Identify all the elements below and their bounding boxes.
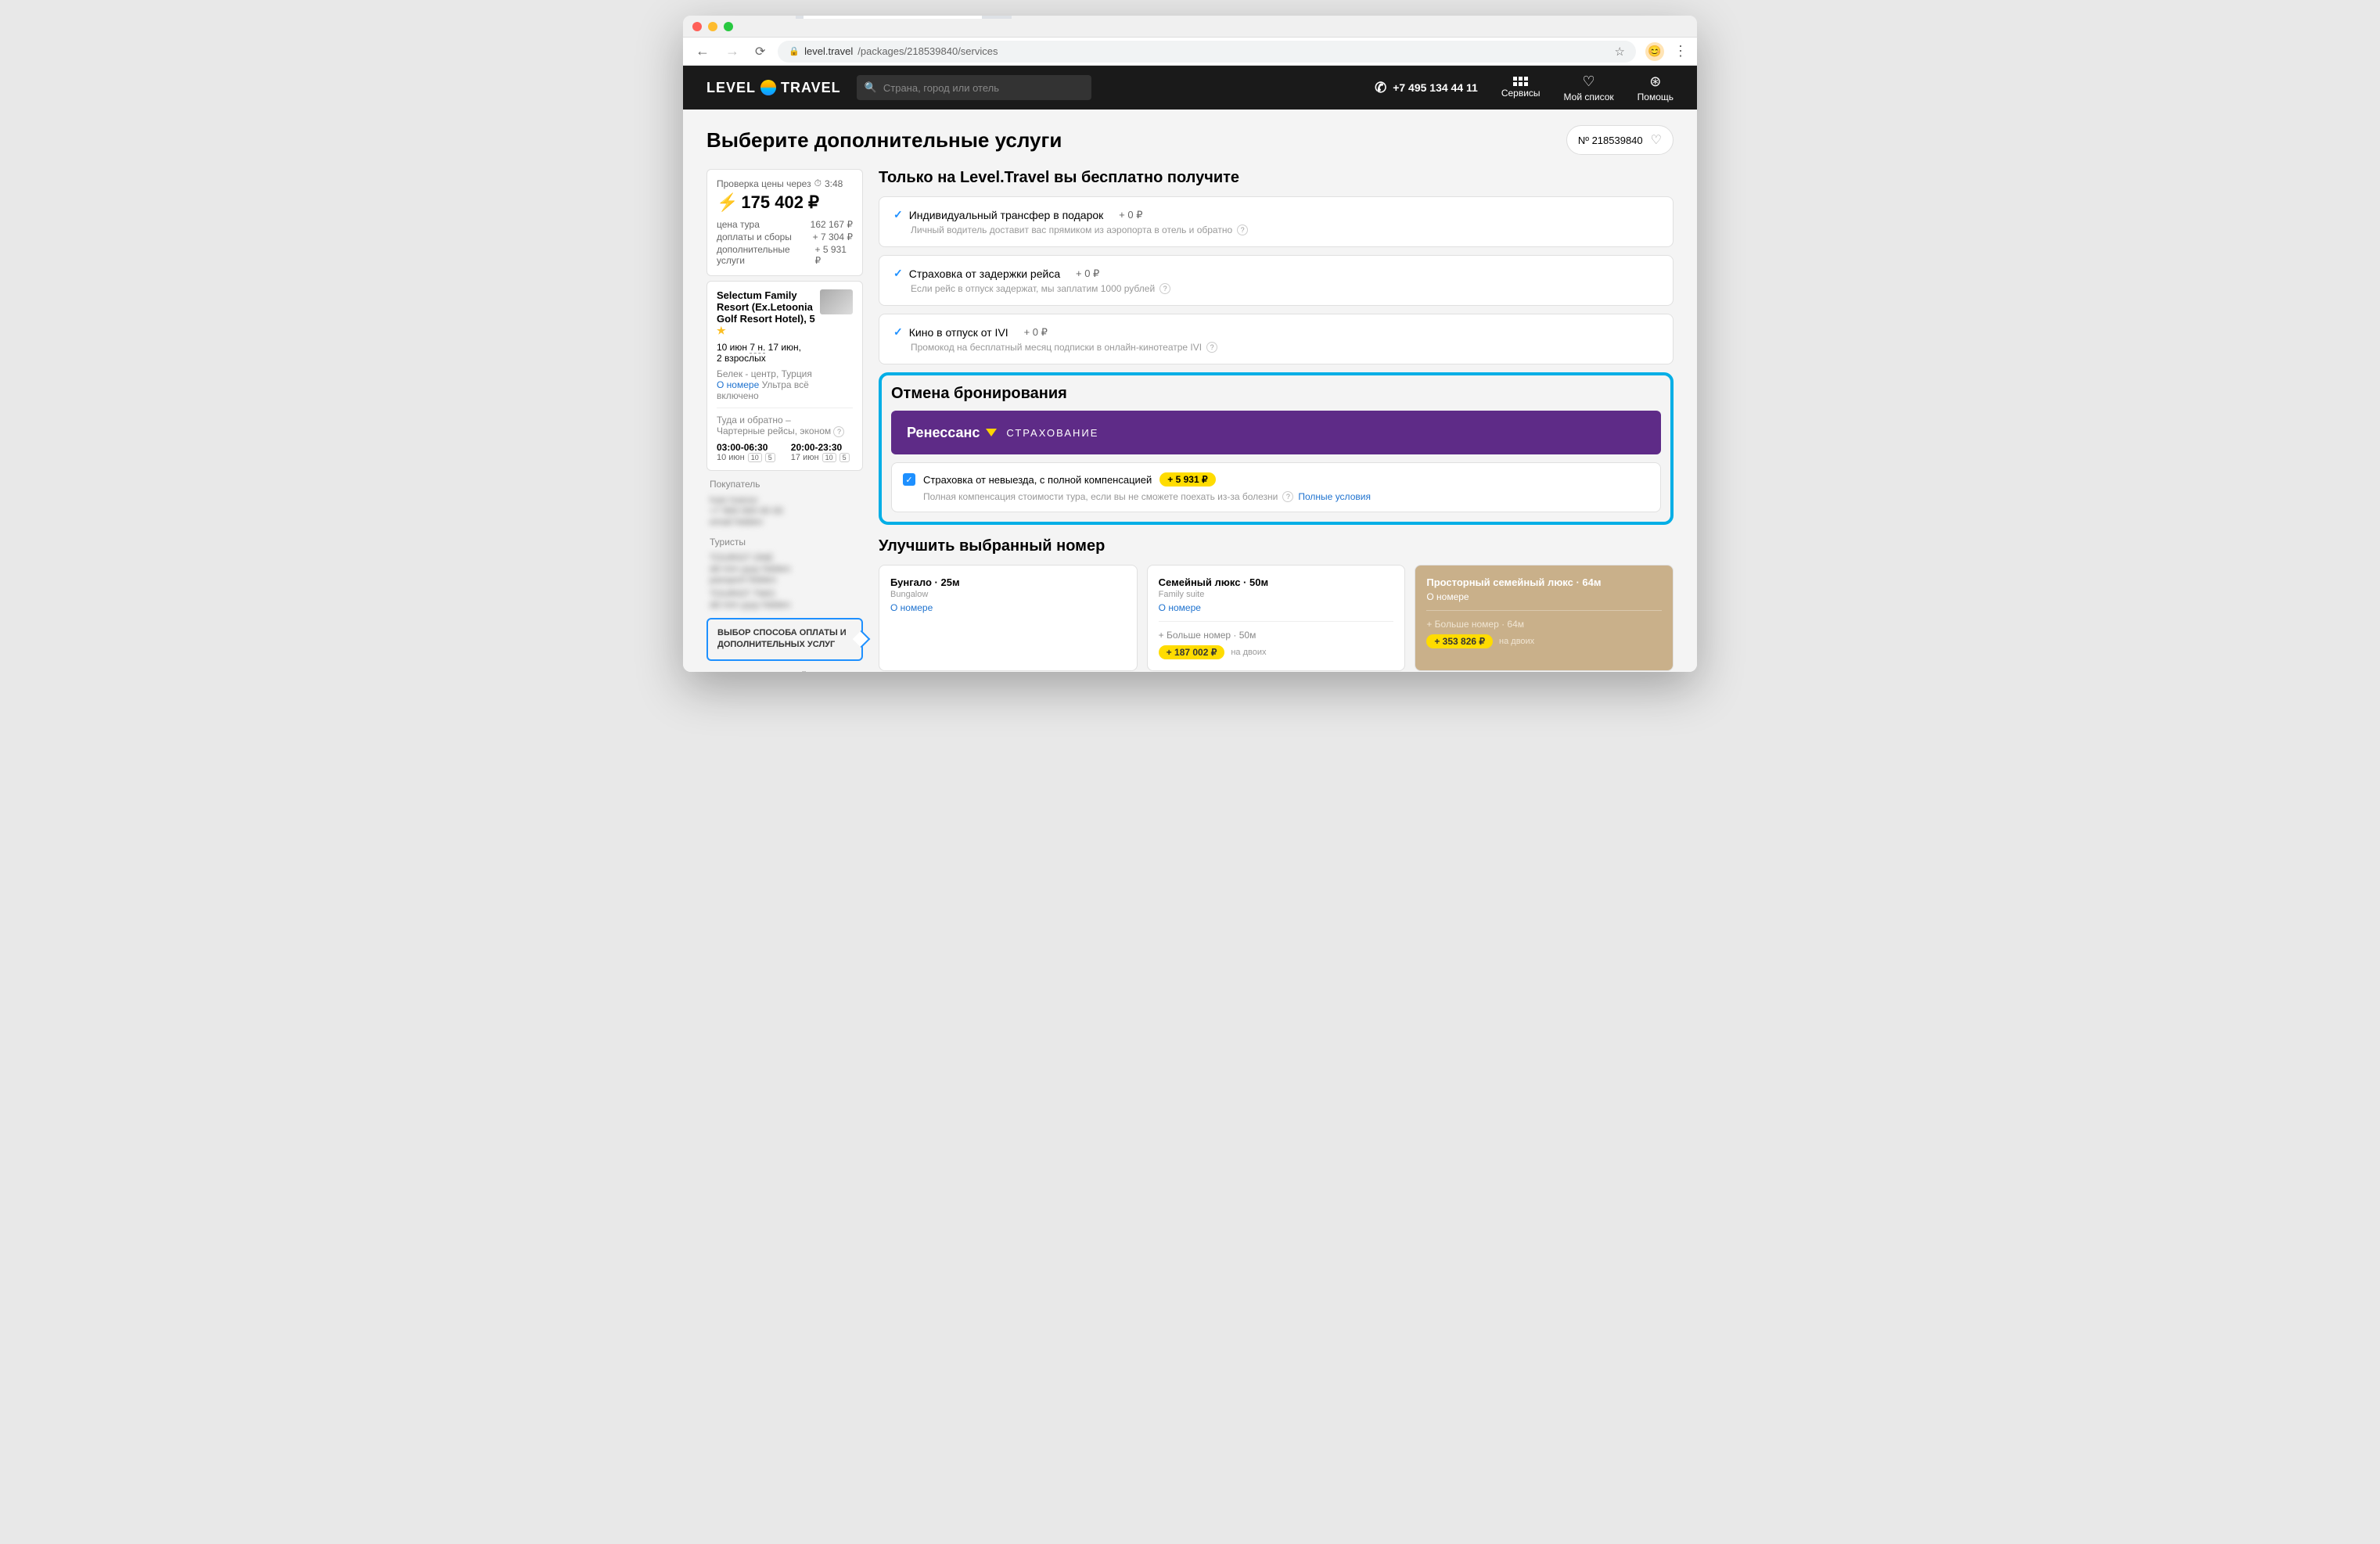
nav-wishlist[interactable]: ♡ Мой список bbox=[1564, 74, 1614, 102]
room-link[interactable]: О номере bbox=[890, 602, 933, 613]
sidebar: Проверка цены через ⏱ 3:48 ⚡175 402 ₽ це… bbox=[706, 169, 863, 672]
room-price-badge: + 187 002 ₽ bbox=[1159, 645, 1225, 659]
phone-link[interactable]: ✆ +7 495 134 44 11 bbox=[1375, 80, 1478, 96]
logo-icon bbox=[760, 80, 776, 95]
price-check-label: Проверка цены через ⏱ 3:48 bbox=[717, 178, 853, 189]
free-item-transfer: ✓ Индивидуальный трансфер в подарок + 0 … bbox=[879, 196, 1674, 247]
info-icon[interactable]: ? bbox=[1282, 491, 1293, 502]
minimize-window[interactable] bbox=[708, 22, 717, 31]
price-line-extras: дополнительные услуги+ 5 931 ₽ bbox=[717, 244, 853, 266]
star-icon: ★ bbox=[717, 325, 726, 336]
url-path: /packages/218539840/services bbox=[857, 45, 998, 57]
logo[interactable]: LEVEL TRAVEL bbox=[706, 80, 841, 96]
browser-tab[interactable]: Тур в Турцию с 10.06.2021 на × bbox=[804, 16, 982, 19]
step-payment-next: ОПЛАТА ТУРА ОНЛАЙН КАРТОЙ VISA МИР ИЛИ В… bbox=[706, 667, 863, 672]
phone-icon: ✆ bbox=[1375, 80, 1386, 96]
search-icon: 🔍 bbox=[865, 81, 877, 94]
check-icon: ✓ bbox=[893, 267, 903, 280]
cancel-title: Отмена бронирования bbox=[891, 385, 1661, 403]
price-line-fees: доплаты и сборы+ 7 304 ₽ bbox=[717, 232, 853, 242]
info-icon[interactable]: ? bbox=[1206, 342, 1217, 353]
room-price-badge: + 353 826 ₽ bbox=[1426, 634, 1493, 648]
insurance-option: ✓ Страховка от невыезда, с полной компен… bbox=[891, 462, 1661, 512]
insurance-checkbox[interactable]: ✓ bbox=[903, 473, 915, 486]
buyer-label: Покупатель bbox=[710, 479, 863, 490]
search-input[interactable]: 🔍 Страна, город или отель bbox=[857, 75, 1091, 100]
insurance-price: + 5 931 ₽ bbox=[1159, 472, 1215, 487]
cancellation-block: Отмена бронирования Ренессанс СТРАХОВАНИ… bbox=[879, 372, 1674, 525]
site-header: LEVEL TRAVEL 🔍 Страна, город или отель ✆… bbox=[683, 66, 1697, 110]
page-title: Выберите дополнительные услуги bbox=[706, 128, 1062, 153]
trip-dates: 10 июн 7 н. 17 июн, 2 взрослых bbox=[717, 342, 853, 364]
browser-menu-icon[interactable]: ⋮ bbox=[1674, 43, 1688, 59]
check-icon: ✓ bbox=[893, 208, 903, 221]
room-card-bungalow[interactable]: Бунгало · 25м Bungalow О номере bbox=[879, 565, 1138, 671]
info-icon[interactable]: ? bbox=[1237, 224, 1248, 235]
favorite-icon[interactable]: ♡ bbox=[1651, 132, 1662, 148]
address-bar: ← → ⟳ 🔒 level.travel/packages/218539840/… bbox=[683, 38, 1697, 66]
bookmark-star-icon[interactable]: ☆ bbox=[1615, 45, 1625, 59]
url-domain: level.travel bbox=[804, 45, 853, 57]
forward-button[interactable]: → bbox=[722, 43, 742, 59]
url-input[interactable]: 🔒 level.travel/packages/218539840/servic… bbox=[778, 41, 1636, 63]
heart-icon: ♡ bbox=[1583, 74, 1595, 90]
close-window[interactable] bbox=[692, 22, 702, 31]
booking-number-badge: Nº 218539840 ♡ bbox=[1566, 125, 1674, 155]
room-card-family-suite[interactable]: Семейный люкс · 50м Family suite О номер… bbox=[1147, 565, 1406, 671]
free-section-title: Только на Level.Travel вы бесплатно полу… bbox=[879, 169, 1674, 187]
nav-help[interactable]: ⊛ Помощь bbox=[1638, 74, 1674, 102]
insurance-terms-link[interactable]: Полные условия bbox=[1298, 491, 1371, 502]
back-button[interactable]: ← bbox=[692, 43, 713, 59]
grid-icon bbox=[1513, 77, 1528, 86]
flash-icon: ⚡ bbox=[717, 192, 738, 213]
free-item-ivi: ✓ Кино в отпуск от IVI + 0 ₽ Промокод на… bbox=[879, 314, 1674, 364]
room-link[interactable]: О номере bbox=[1159, 602, 1201, 613]
buyer-info-redacted: Ivan Ivanov+7 900 000 00 00email hidden bbox=[706, 493, 863, 529]
triangle-icon bbox=[986, 429, 997, 436]
new-tab-button[interactable]: + bbox=[991, 16, 1012, 19]
flight-type: Туда и обратно – bbox=[717, 415, 853, 425]
profile-avatar[interactable]: 😊 bbox=[1645, 42, 1664, 61]
reload-button[interactable]: ⟳ bbox=[752, 44, 768, 59]
total-price: ⚡175 402 ₽ bbox=[717, 192, 853, 213]
renaissance-banner: Ренессанс СТРАХОВАНИЕ bbox=[891, 411, 1661, 454]
nav-services[interactable]: Сервисы bbox=[1501, 77, 1541, 99]
free-item-delay: ✓ Страховка от задержки рейса + 0 ₽ Если… bbox=[879, 255, 1674, 306]
tourist-info-redacted: TOURIST ONEdd mm yyyy hiddenpassport hid… bbox=[706, 551, 863, 587]
maximize-window[interactable] bbox=[724, 22, 733, 31]
mac-titlebar: Тур в Турцию с 10.06.2021 на × + bbox=[683, 16, 1697, 38]
price-line-tour: цена тура162 167 ₽ bbox=[717, 219, 853, 230]
hotel-location: Белек - центр, Турция bbox=[717, 368, 853, 379]
info-icon[interactable]: ? bbox=[1159, 283, 1170, 294]
room-card-spacious-suite[interactable]: Просторный семейный люкс · 64м О номере … bbox=[1415, 565, 1674, 671]
hotel-name: Selectum Family Resort (Ex.Letoonia Golf… bbox=[717, 289, 853, 337]
room-link[interactable]: О номере bbox=[1426, 591, 1469, 602]
lock-icon: 🔒 bbox=[789, 46, 800, 56]
main-content: Только на Level.Travel вы бесплатно полу… bbox=[879, 169, 1674, 672]
check-icon: ✓ bbox=[893, 325, 903, 339]
flight-return: 20:00-23:30 17 июн 10 5 bbox=[791, 442, 850, 462]
room-link[interactable]: О номере bbox=[717, 379, 759, 390]
lifebuoy-icon: ⊛ bbox=[1649, 74, 1661, 90]
rooms-title: Улучшить выбранный номер bbox=[879, 537, 1674, 555]
tourist-info-redacted: TOURIST TWOdd mm yyyy hidden bbox=[706, 587, 863, 612]
hotel-thumbnail bbox=[820, 289, 853, 314]
info-icon[interactable]: ? bbox=[833, 426, 844, 437]
tourists-label: Туристы bbox=[710, 537, 863, 548]
step-payment-active[interactable]: ВЫБОР СПОСОБА ОПЛАТЫ И ДОПОЛНИТЕЛЬНЫХ УС… bbox=[706, 618, 863, 661]
flight-outbound: 03:00-06:30 10 июн 10 5 bbox=[717, 442, 775, 462]
